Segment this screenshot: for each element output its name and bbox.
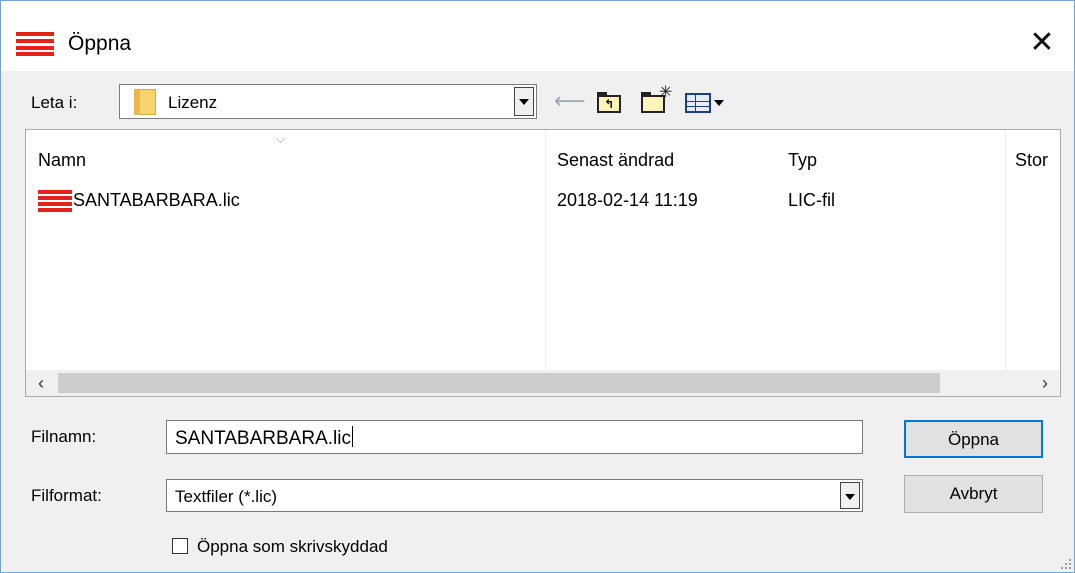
readonly-checkbox[interactable] xyxy=(172,538,188,554)
view-menu-icon[interactable] xyxy=(683,87,733,115)
column-header-type[interactable]: Typ xyxy=(788,148,817,172)
filename-input[interactable]: SANTABARBARA.lic xyxy=(166,420,863,454)
cancel-button[interactable]: Avbryt xyxy=(904,475,1043,513)
sort-chevron-icon: ⌵ xyxy=(276,132,286,146)
look-in-label: Leta i: xyxy=(31,93,78,112)
chevron-down-icon[interactable] xyxy=(840,482,860,509)
scroll-right-icon[interactable]: › xyxy=(1030,370,1060,396)
look-in-value: Lizenz xyxy=(168,93,218,112)
file-type-cell: LIC-fil xyxy=(788,190,836,210)
file-list[interactable]: ⌵ Namn Senast ändrad Typ Stor SANTABARBA… xyxy=(25,129,1061,397)
column-header-modified[interactable]: Senast ändrad xyxy=(557,148,674,172)
open-file-dialog: Öppna ✕ Leta i: Lizenz ⟵ ↰ ✳ ⌵ Namn Sena… xyxy=(0,0,1075,573)
app-logo-icon xyxy=(16,32,54,56)
back-arrow-icon[interactable]: ⟵ xyxy=(554,87,586,115)
open-button[interactable]: Öppna xyxy=(904,420,1043,458)
file-name-cell[interactable]: SANTABARBARA.lic xyxy=(73,188,240,212)
column-header-name[interactable]: Namn xyxy=(38,148,86,172)
readonly-checkbox-label[interactable]: Öppna som skrivskyddad xyxy=(197,536,388,558)
filename-value: SANTABARBARA.lic xyxy=(175,428,351,449)
scroll-left-icon[interactable]: ‹ xyxy=(26,370,56,396)
window-title: Öppna xyxy=(68,32,132,55)
up-one-level-icon[interactable]: ↰ xyxy=(595,87,625,115)
filename-label: Filnamn: xyxy=(31,427,97,446)
file-modified-cell: 2018-02-14 11:19 xyxy=(557,190,698,210)
fileformat-value: Textfiler (*.lic) xyxy=(175,487,278,506)
horizontal-scrollbar[interactable]: ‹ › xyxy=(26,370,1060,396)
column-divider xyxy=(1005,130,1006,370)
title-bar: Öppna ✕ xyxy=(1,1,1074,71)
fileformat-select[interactable]: Textfiler (*.lic) xyxy=(166,479,863,512)
close-button[interactable]: ✕ xyxy=(1020,24,1064,62)
lic-file-icon xyxy=(38,190,72,212)
resize-grip-icon[interactable] xyxy=(1055,553,1071,569)
column-header-size[interactable]: Stor xyxy=(1015,148,1048,172)
fileformat-label: Filformat: xyxy=(31,486,102,505)
new-folder-icon[interactable]: ✳ xyxy=(639,85,673,115)
text-cursor xyxy=(351,426,353,447)
scrollbar-thumb[interactable] xyxy=(58,373,940,393)
chevron-down-icon[interactable] xyxy=(514,87,534,116)
column-divider xyxy=(545,130,546,370)
look-in-combobox[interactable]: Lizenz xyxy=(119,84,537,119)
folder-icon xyxy=(134,89,156,115)
